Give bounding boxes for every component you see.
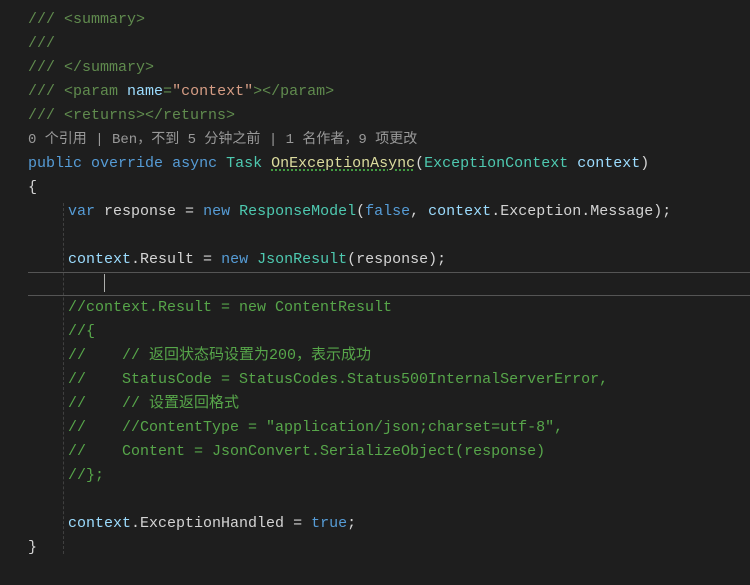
code-editor[interactable]: /// <summary> /// /// </summary> /// <pa… <box>28 8 750 560</box>
code-line: context.Result = new JsonResult(response… <box>28 248 750 272</box>
comment-line: // // 设置返回格式 <box>28 392 750 416</box>
doc-line: /// </summary> <box>28 56 750 80</box>
blank-line <box>28 272 750 296</box>
comment-line: //}; <box>28 464 750 488</box>
doc-line: /// <box>28 32 750 56</box>
method-signature: public override async Task OnExceptionAs… <box>28 152 750 176</box>
code-line: var response = new ResponseModel(false, … <box>28 200 750 224</box>
blank-line <box>28 488 750 512</box>
comment-line: // StatusCode = StatusCodes.Status500Int… <box>28 368 750 392</box>
doc-line: /// <summary> <box>28 8 750 32</box>
code-line: context.ExceptionHandled = true; <box>28 512 750 536</box>
doc-line: /// <returns></returns> <box>28 104 750 128</box>
comment-line: //context.Result = new ContentResult <box>28 296 750 320</box>
codelens[interactable]: 0 个引用 | Ben，不到 5 分钟之前 | 1 名作者，9 项更改 <box>28 128 750 152</box>
comment-line: // // 返回状态码设置为200，表示成功 <box>28 344 750 368</box>
brace-close: } <box>28 536 750 560</box>
comment-line: //{ <box>28 320 750 344</box>
comment-line: // //ContentType = "application/json;cha… <box>28 416 750 440</box>
brace-open: { <box>28 176 750 200</box>
comment-line: // Content = JsonConvert.SerializeObject… <box>28 440 750 464</box>
current-line[interactable] <box>28 224 750 248</box>
doc-line: /// <param name="context"></param> <box>28 80 750 104</box>
